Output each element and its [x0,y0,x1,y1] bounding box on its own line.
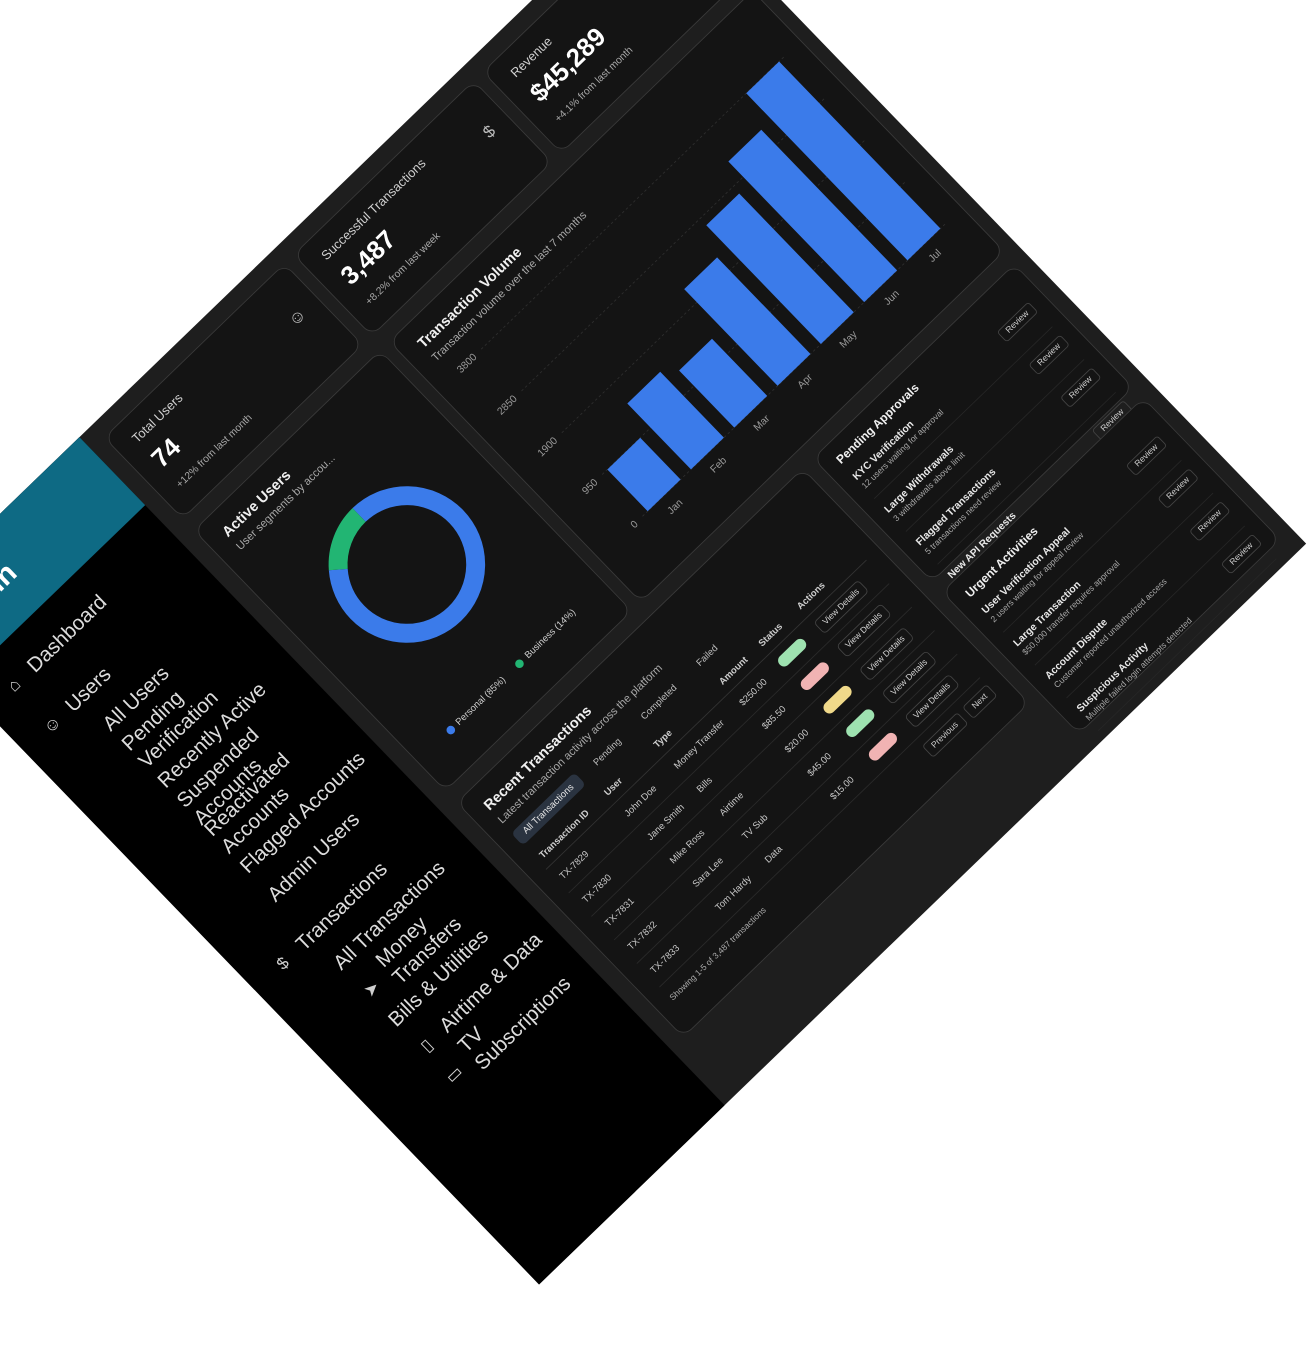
tv-icon: ▭ [441,1061,467,1087]
stat-title: Total Users [129,390,186,447]
legend-item-personal: Personal (85%) [444,675,508,737]
home-icon: ⌂ [3,674,25,696]
x-tick-label: Mar [752,413,773,434]
y-tick-label: 950 [580,477,600,497]
stage: Admin ⌂ Dashboard ☺ Users All Users Pend… [0,0,1316,1360]
x-tick-label: Feb [709,455,730,475]
phone-icon: ▯ [416,1035,437,1056]
stat-value: $45,289 [524,22,612,108]
x-tick-label: Jun [882,288,902,308]
dollar-icon: $ [272,953,293,974]
y-tick-label: 0 [629,519,641,531]
y-tick-label: 1900 [536,435,560,459]
x-tick-label: May [838,329,860,351]
stat-value: 74 [146,432,187,474]
stat-delta: +12% from last month [173,411,255,490]
legend-item-business: Business (14%) [513,607,578,670]
legend-swatch [444,724,457,737]
send-icon: ➤ [359,977,384,1001]
legend-swatch [513,657,526,670]
admin-app-window: Admin ⌂ Dashboard ☺ Users All Users Pend… [0,0,1307,1285]
y-tick-label: 3800 [455,352,479,376]
x-tick-label: Jul [927,248,944,265]
x-tick-label: Apr [796,372,816,391]
users-icon: ☺ [39,711,66,738]
x-tick-label: Jan [666,497,686,517]
y-tick-label: 2850 [496,394,520,418]
dollar-icon: $ [479,121,500,143]
users-icon: ☺ [284,304,311,331]
bar-jan [607,437,681,512]
legend-label: Business (14%) [522,607,578,661]
status-badge [866,730,900,764]
legend-label: Personal (85%) [453,674,508,728]
